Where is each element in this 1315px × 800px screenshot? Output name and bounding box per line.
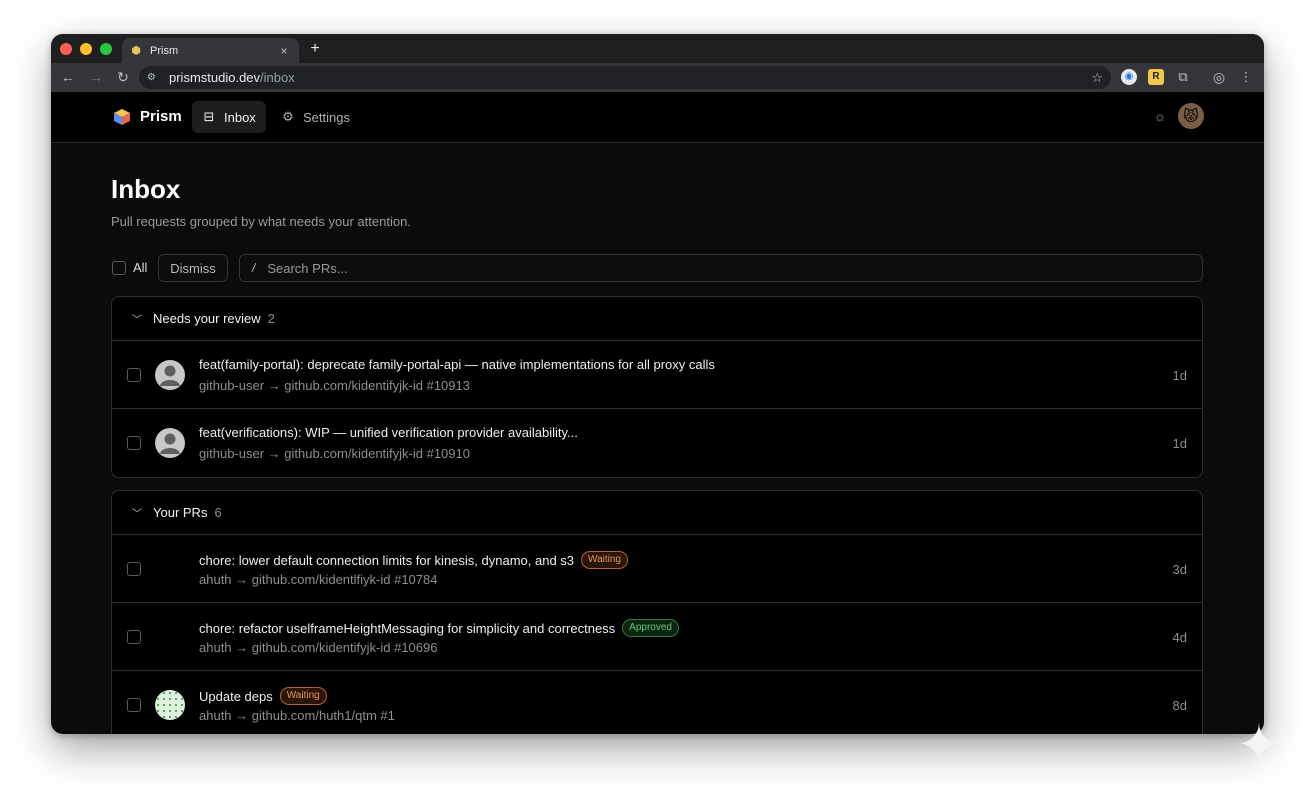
- pr-row[interactable]: feat(verifications): WIP — unified verif…: [112, 409, 1202, 477]
- chevron-down-icon[interactable]: ﹀: [132, 505, 142, 520]
- pr-title[interactable]: chore: lower default connection limits f…: [199, 551, 629, 569]
- row-checkbox[interactable]: [127, 562, 141, 576]
- pr-age: 8d: [1172, 698, 1187, 713]
- row-checkbox[interactable]: [127, 630, 141, 644]
- address-bar[interactable]: ⚙ prismstudio.dev/inbox ☆: [139, 66, 1111, 89]
- pr-age: 3d: [1172, 562, 1187, 577]
- extensions-puzzle-icon[interactable]: ⧉: [1175, 69, 1191, 85]
- reload-icon[interactable]: ↻: [114, 68, 132, 86]
- avatar: 😾: [155, 622, 185, 652]
- default-user-icon: [160, 433, 180, 454]
- group-title: Your PRs: [153, 505, 208, 520]
- status-badge: Approved: [622, 619, 679, 637]
- pr-meta: ahuth → github.com/kidentlfiyk-id #10784: [199, 572, 438, 587]
- url-text[interactable]: prismstudio.dev/inbox: [169, 70, 1091, 85]
- pr-meta: github-user → github.com/kidentifyjk-id …: [199, 446, 470, 461]
- pr-row[interactable]: 😾 chore: refactor uselframeHeightMessagi…: [112, 603, 1202, 671]
- select-all-label[interactable]: All: [133, 260, 147, 275]
- group-your-prs: ﹀ Your PRs 6 😾 chore: lower default conn…: [111, 490, 1203, 734]
- inbox-icon: ⊟: [203, 109, 215, 124]
- pr-title[interactable]: feat(verifications): WIP — unified verif…: [199, 425, 578, 440]
- pr-title-text: chore: lower default connection limits f…: [199, 552, 575, 568]
- pr-title-text: Update deps: [199, 688, 273, 704]
- avatar: [155, 428, 185, 458]
- pr-meta: ahuth → github.com/huth1/qtm #1: [199, 708, 395, 723]
- prism-favicon-icon: ⬢: [131, 44, 141, 57]
- browser-toolbar: ← → ↻ ⚙ prismstudio.dev/inbox ☆ ◉ R ⧉ ◎ …: [51, 63, 1264, 92]
- forward-arrow-icon[interactable]: →: [87, 68, 105, 86]
- tab-strip: ⬢ Prism × +: [51, 34, 1264, 63]
- default-user-icon: [160, 365, 180, 386]
- site-settings-icon[interactable]: ⚙: [147, 72, 161, 83]
- pr-age: 1d: [1172, 368, 1187, 383]
- app-navbar: Prism ⊟ Inbox ⚙ Settings ☼ 😾: [51, 92, 1264, 143]
- cat-avatar-icon: 😾: [160, 558, 180, 580]
- pr-age: 4d: [1172, 630, 1187, 645]
- group-needs-review: ﹀ Needs your review 2 feat(family-portal…: [111, 296, 1203, 478]
- status-badge: Waiting: [279, 687, 327, 705]
- gear-icon: ⚙: [282, 109, 294, 124]
- pr-title-text: feat(verifications): WIP — unified verif…: [199, 425, 578, 440]
- pr-meta: github-user → github.com/kidentifyjk-id …: [199, 378, 470, 393]
- url-host: prismstudio.dev: [169, 70, 261, 85]
- back-arrow-icon[interactable]: ←: [59, 68, 77, 86]
- tab-title: Prism: [150, 44, 179, 57]
- pr-row[interactable]: 😾 chore: lower default connection limits…: [112, 535, 1202, 603]
- group-title: Needs your review: [153, 311, 261, 326]
- status-badge: Waiting: [581, 551, 629, 569]
- group-header[interactable]: ﹀ Your PRs 6: [112, 491, 1202, 535]
- bookmark-star-icon[interactable]: ☆: [1091, 70, 1103, 86]
- group-count: 6: [214, 505, 222, 520]
- url-path: /inbox: [260, 70, 295, 85]
- profile-icon[interactable]: ◎: [1211, 69, 1227, 85]
- theme-toggle-icon[interactable]: ☼: [1150, 106, 1170, 126]
- search-shortcut-hint: /: [252, 261, 256, 275]
- group-count: 2: [267, 311, 275, 326]
- nav-settings[interactable]: ⚙ Settings: [271, 101, 360, 133]
- nav-inbox-label: Inbox: [224, 109, 256, 125]
- browser-tab[interactable]: ⬢ Prism ×: [122, 38, 299, 63]
- brand-name[interactable]: Prism: [140, 108, 182, 126]
- search-placeholder: Search PRs...: [267, 260, 348, 276]
- page-subtitle: Pull requests grouped by what needs your…: [111, 214, 411, 229]
- browser-menu-icon[interactable]: ⋮: [1238, 69, 1254, 85]
- filter-bar: All Dismiss / Search PRs...: [111, 253, 1203, 283]
- nav-inbox[interactable]: ⊟ Inbox: [192, 101, 266, 133]
- pr-title-text: feat(family-portal): deprecate family-po…: [199, 357, 715, 372]
- cat-avatar-icon: 😾: [1183, 108, 1199, 125]
- group-header[interactable]: ﹀ Needs your review 2: [112, 297, 1202, 341]
- page-title: Inbox: [111, 174, 181, 204]
- row-checkbox[interactable]: [127, 436, 141, 450]
- user-avatar[interactable]: 😾: [1178, 103, 1204, 129]
- pr-title[interactable]: chore: refactor uselframeHeightMessaging…: [199, 619, 679, 637]
- extension-r-icon[interactable]: R: [1148, 69, 1164, 85]
- browser-window: ⬢ Prism × + ← → ↻ ⚙ prismstudio.dev/inbo…: [51, 34, 1264, 734]
- avatar: [155, 360, 185, 390]
- select-all-checkbox[interactable]: [112, 261, 126, 275]
- close-window-button[interactable]: [60, 43, 72, 55]
- pr-title[interactable]: Update deps Waiting: [199, 687, 327, 705]
- row-checkbox[interactable]: [127, 698, 141, 712]
- nav-settings-label: Settings: [303, 109, 350, 125]
- pr-row[interactable]: Update deps Waiting ahuth → github.com/h…: [112, 671, 1202, 734]
- pr-title[interactable]: feat(family-portal): deprecate family-po…: [199, 357, 715, 372]
- extension-globe-icon[interactable]: ◉: [1121, 69, 1137, 85]
- sparkle-icon: ✦: [1236, 715, 1282, 775]
- row-checkbox[interactable]: [127, 368, 141, 382]
- maximize-window-button[interactable]: [100, 43, 112, 55]
- cat-avatar-icon: 😾: [160, 626, 180, 648]
- search-input[interactable]: / Search PRs...: [239, 254, 1203, 282]
- pr-meta: ahuth → github.com/kidentifyjk-id #10696: [199, 640, 438, 655]
- minimize-window-button[interactable]: [80, 43, 92, 55]
- pr-title-text: chore: refactor uselframeHeightMessaging…: [199, 620, 616, 636]
- avatar: 😾: [155, 554, 185, 584]
- pr-age: 1d: [1172, 436, 1187, 451]
- prism-logo-icon: [114, 109, 130, 125]
- tab-close-icon[interactable]: ×: [277, 44, 291, 58]
- avatar: [155, 690, 185, 720]
- dismiss-button[interactable]: Dismiss: [158, 254, 228, 282]
- chevron-down-icon[interactable]: ﹀: [132, 311, 142, 326]
- new-tab-button[interactable]: +: [307, 39, 323, 59]
- pr-row[interactable]: feat(family-portal): deprecate family-po…: [112, 341, 1202, 409]
